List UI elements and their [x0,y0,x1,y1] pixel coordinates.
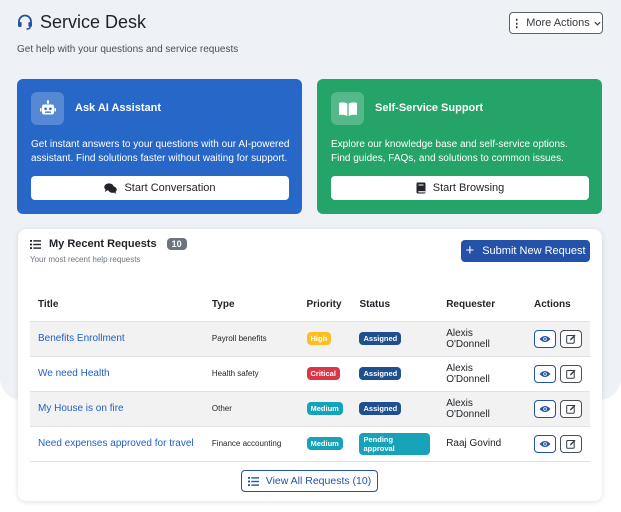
status-cell: Pending approval [351,426,439,462]
requester-cell: Raaj Govind [438,426,526,462]
start-conversation-button[interactable]: Start Conversation [31,176,289,200]
requests-table: Title Type Priority Status Requester Act… [30,289,590,462]
table-row: Need expenses approved for travel Financ… [30,426,590,462]
table-header-row: Title Type Priority Status Requester Act… [30,289,590,322]
more-actions-label: More Actions [526,17,590,29]
submit-new-request-label: Submit New Request [482,245,586,257]
actions-cell [526,391,590,427]
robot-icon [31,92,64,125]
column-header-priority: Priority [298,289,352,322]
title-cell: My House is on fire [30,391,204,427]
title-cell: Need expenses approved for travel [30,426,204,462]
priority-cell: Medium [298,391,352,427]
page-subtitle: Get help with your questions and service… [17,44,239,55]
edit-button[interactable] [560,364,582,383]
request-title-link[interactable]: We need Health [38,368,110,379]
edit-icon [566,439,576,449]
chevron-down-icon [594,21,601,26]
requester-cell: Alexis O'Donnell [438,356,526,392]
recent-requests-subtitle: Your most recent help requests [30,255,141,264]
start-browsing-label: Start Browsing [432,182,505,194]
start-browsing-button[interactable]: Start Browsing [331,176,589,200]
view-button[interactable] [534,329,556,348]
list-icon [30,239,41,249]
type-cell: Health safety [203,356,299,392]
view-button[interactable] [534,434,556,453]
status-cell: Assigned [351,391,439,427]
more-actions-button[interactable]: ⋮ More Actions [509,12,603,34]
book-icon [416,182,426,194]
table-row: My House is on fire Other Medium Assigne… [30,391,590,427]
headset-icon [18,14,32,30]
list-icon [247,476,259,486]
recent-requests-title: My Recent Requests [49,238,157,250]
type-cell: Finance accounting [203,426,299,462]
request-count-badge: 10 [166,238,187,250]
edit-button[interactable] [560,329,582,348]
status-badge: Assigned [359,332,402,345]
column-header-type: Type [203,289,299,322]
priority-badge: Medium [306,437,343,450]
view-button[interactable] [534,364,556,383]
view-all-requests-button[interactable]: View All Requests (10) [241,470,378,492]
status-badge: Assigned [359,367,402,380]
start-conversation-label: Start Conversation [124,182,216,194]
recent-requests-panel: My Recent Requests 10 Your most recent h… [18,229,602,501]
plus-icon: + [465,242,475,259]
self-service-card: Self-Service Support Explore our knowled… [317,79,602,214]
actions-cell [526,356,590,392]
eye-icon [539,440,551,447]
priority-badge: High [306,332,332,345]
comments-icon [104,182,118,194]
submit-new-request-button[interactable]: + Submit New Request [461,240,590,262]
view-all-requests-label: View All Requests (10) [265,475,372,487]
requester-cell: Alexis O'Donnell [438,391,526,427]
self-service-card-description: Explore our knowledge base and self-serv… [331,139,568,164]
page-header: Service Desk ⋮ More Actions [16,10,603,36]
table-row: We need Health Health safety Critical As… [30,356,590,392]
kebab-icon: ⋮ [511,17,523,30]
status-cell: Assigned [351,356,439,392]
request-title-link[interactable]: My House is on fire [38,403,124,414]
table-row: Benefits Enrollment Payroll benefits Hig… [30,321,590,357]
page-title: Service Desk [40,12,147,32]
priority-cell: Medium [298,426,352,462]
eye-icon [539,405,551,412]
priority-badge: Medium [306,402,343,415]
priority-cell: Critical [298,356,352,392]
priority-badge: Critical [306,367,340,380]
ai-assistant-card: Ask AI Assistant Get instant answers to … [17,79,302,214]
type-cell: Other [203,391,299,427]
recent-requests-header: My Recent Requests 10 [30,238,187,250]
status-badge: Assigned [359,402,402,415]
priority-cell: High [298,321,352,357]
self-service-card-title: Self-Service Support [375,102,484,114]
column-header-title: Title [30,289,204,322]
title-cell: Benefits Enrollment [30,321,204,357]
column-header-requester: Requester [438,289,526,322]
ai-card-title: Ask AI Assistant [75,102,161,114]
book-open-icon [331,92,364,125]
edit-icon [566,369,576,379]
status-badge: Pending approval [359,432,431,455]
edit-button[interactable] [560,399,582,418]
eye-icon [539,335,551,342]
title-cell: We need Health [30,356,204,392]
column-header-status: Status [351,289,439,322]
edit-button[interactable] [560,434,582,453]
requester-cell: Alexis O'Donnell [438,321,526,357]
column-header-actions: Actions [526,289,590,322]
edit-icon [566,404,576,414]
ai-card-description: Get instant answers to your questions wi… [31,139,290,164]
type-cell: Payroll benefits [203,321,299,357]
status-cell: Assigned [351,321,439,357]
edit-icon [566,334,576,344]
view-button[interactable] [534,399,556,418]
request-title-link[interactable]: Benefits Enrollment [38,333,125,344]
eye-icon [539,370,551,377]
actions-cell [526,426,590,462]
request-title-link[interactable]: Need expenses approved for travel [38,438,194,449]
actions-cell [526,321,590,357]
